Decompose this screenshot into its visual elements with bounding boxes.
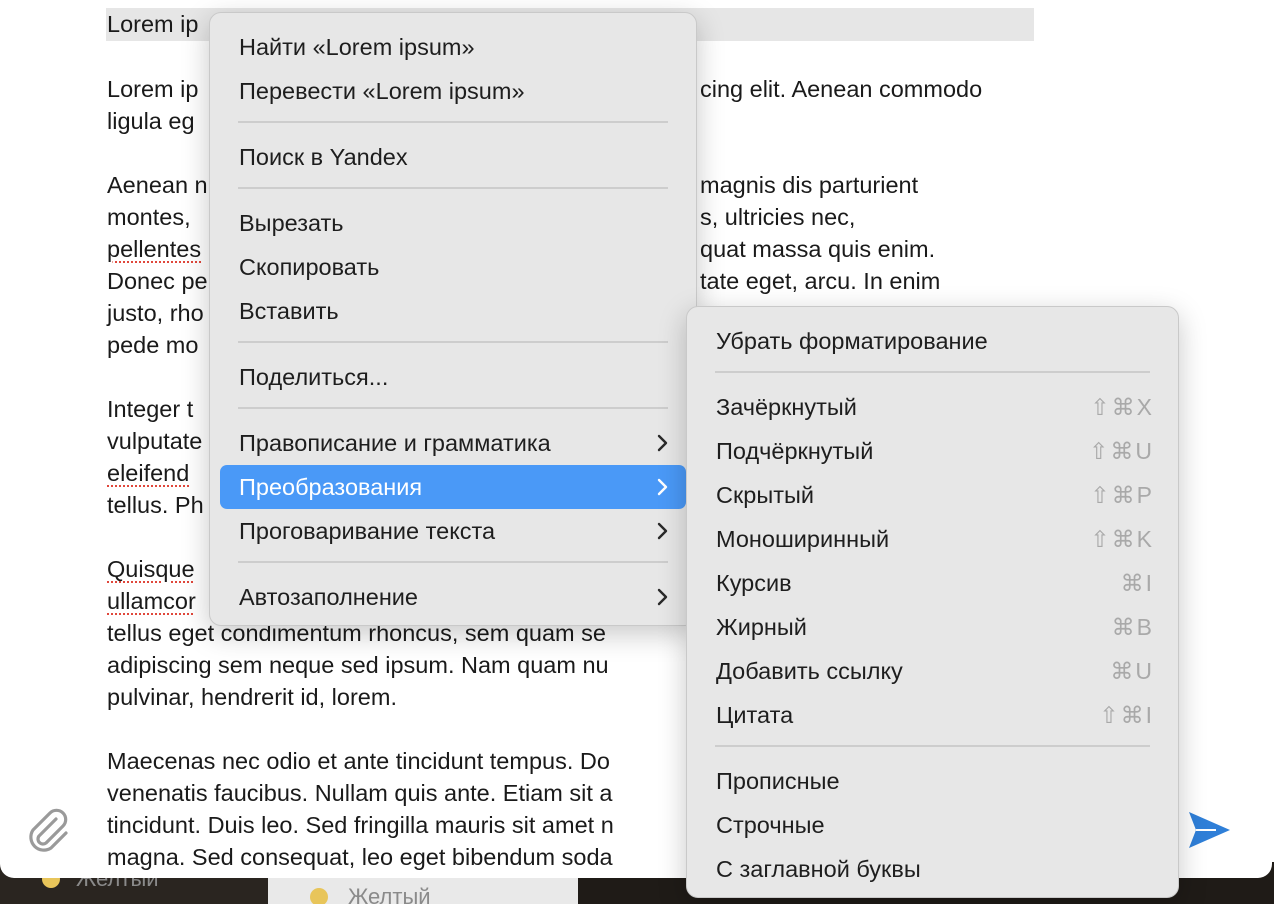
text-line: tellus. Ph (107, 492, 204, 518)
text-line: pellentes (107, 236, 202, 262)
menu-item-cut[interactable]: Вырезать (220, 201, 686, 245)
text-line: magna. Sed consequat, leo eget bibendum … (107, 844, 613, 870)
submenu-item-monospace[interactable]: Моноширинный ⇧⌘K (697, 517, 1168, 561)
shortcut-label: ⇧⌘K (1090, 526, 1154, 552)
text-line: tincidunt. Duis leo. Sed fringilla mauri… (107, 812, 614, 838)
submenu-item-quote[interactable]: Цитата ⇧⌘I (697, 693, 1168, 737)
menu-item-translate[interactable]: Перевести «Lorem ipsum» (220, 69, 686, 113)
text-line: Integer t (107, 396, 194, 422)
text-fragment: s, ultricies nec, (700, 204, 856, 230)
yellow-dot-icon (310, 888, 328, 904)
text-fragment: tate eget, arcu. In enim (700, 268, 941, 294)
submenu-item-underline[interactable]: Подчёркнутый ⇧⌘U (697, 429, 1168, 473)
text-line: justo, rho (107, 300, 204, 326)
shortcut-label: ⌘I (1120, 570, 1154, 596)
text-line: ullamcor (107, 588, 196, 614)
menu-item-share[interactable]: Поделиться... (220, 355, 686, 399)
submenu-item-add-link[interactable]: Добавить ссылку ⌘U (697, 649, 1168, 693)
submenu-item-clear-formatting[interactable]: Убрать форматирование (697, 319, 1168, 363)
submenu-item-italic[interactable]: Курсив ⌘I (697, 561, 1168, 605)
shortcut-label: ⇧⌘X (1090, 394, 1154, 420)
submenu-item-capitalize[interactable]: С заглавной буквы (697, 847, 1168, 891)
submenu-item-strikethrough[interactable]: Зачёркнутый ⇧⌘X (697, 385, 1168, 429)
menu-separator (238, 341, 668, 343)
text-line: venenatis faucibus. Nullam quis ante. Et… (107, 780, 613, 806)
menu-separator (238, 407, 668, 409)
text-fragment: magnis dis parturient (700, 172, 919, 198)
text-line: vulputate (107, 428, 203, 454)
text-line: Maecenas nec odio et ante tincidunt temp… (107, 748, 610, 774)
shortcut-label: ⇧⌘U (1089, 438, 1154, 464)
menu-separator (715, 745, 1150, 747)
text-line: eleifend (107, 460, 190, 486)
menu-item-transformations[interactable]: Преобразования (220, 465, 686, 509)
chevron-right-icon (657, 588, 668, 606)
shortcut-label: ⇧⌘I (1099, 702, 1154, 728)
send-arrow-icon[interactable] (1186, 808, 1232, 852)
menu-separator (715, 371, 1150, 373)
text-line: pulvinar, hendrerit id, lorem. (107, 684, 397, 710)
text-line: Aenean n (107, 172, 208, 198)
menu-separator (238, 561, 668, 563)
paperclip-icon[interactable] (22, 805, 72, 855)
text-line: pede mo (107, 332, 199, 358)
menu-item-copy[interactable]: Скопировать (220, 245, 686, 289)
menu-item-spelling[interactable]: Правописание и грамматика (220, 421, 686, 465)
transformations-submenu: Убрать форматирование Зачёркнутый ⇧⌘X Под… (686, 306, 1179, 898)
menu-item-find[interactable]: Найти «Lorem ipsum» (220, 25, 686, 69)
text-line: adipiscing sem neque sed ipsum. Nam quam… (107, 652, 609, 678)
chevron-right-icon (657, 434, 668, 452)
shortcut-label: ⌘U (1110, 658, 1154, 684)
text-fragment: quat massa quis enim. (700, 236, 936, 262)
submenu-item-uppercase[interactable]: Прописные (697, 759, 1168, 803)
submenu-item-lowercase[interactable]: Строчные (697, 803, 1168, 847)
chevron-right-icon (657, 522, 668, 540)
submenu-item-bold[interactable]: Жирный ⌘B (697, 605, 1168, 649)
chevron-right-icon (657, 478, 668, 496)
text-line: Lorem ip (107, 76, 199, 102)
menu-separator (238, 121, 668, 123)
text-line: Donec pe (107, 268, 208, 294)
text-line: montes, (107, 204, 191, 230)
submenu-item-hidden[interactable]: Скрытый ⇧⌘P (697, 473, 1168, 517)
tag-mid-label: Желтый (348, 884, 431, 904)
text-line: ligula eg (107, 108, 195, 134)
shortcut-label: ⌘B (1111, 614, 1154, 640)
text-line: Quisque (107, 556, 195, 582)
menu-item-search-yandex[interactable]: Поиск в Yandex (220, 135, 686, 179)
shortcut-label: ⇧⌘P (1090, 482, 1154, 508)
text-fragment: cing elit. Aenean commodo (700, 76, 983, 102)
context-menu: Найти «Lorem ipsum» Перевести «Lorem ips… (209, 12, 697, 626)
menu-item-speech[interactable]: Проговаривание текста (220, 509, 686, 553)
menu-item-paste[interactable]: Вставить (220, 289, 686, 333)
menu-item-autofill[interactable]: Автозаполнение (220, 575, 686, 619)
menu-separator (238, 187, 668, 189)
